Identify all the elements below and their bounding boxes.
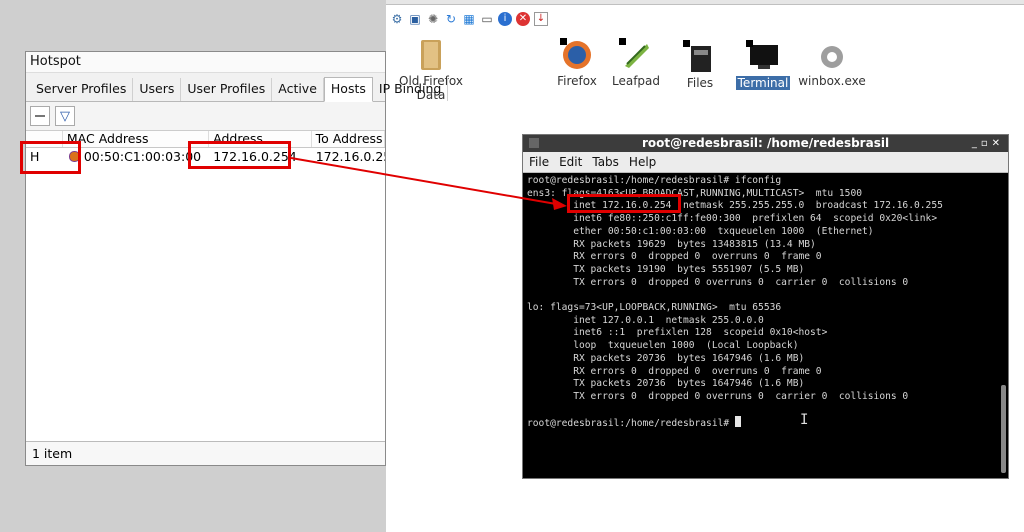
desktop-icon-label: Terminal xyxy=(735,76,791,90)
terminal-line: ether 00:50:c1:00:03:00 txqueuelen 1000 … xyxy=(527,225,874,237)
terminal-line: RX packets 19629 bytes 13483815 (13.4 MB… xyxy=(527,238,816,250)
highlight-terminal-inet-box xyxy=(567,194,681,213)
tab-bar: Server Profiles Users User Profiles Acti… xyxy=(26,73,449,102)
row-to-address: 172.16.0.254 xyxy=(315,149,385,164)
terminal-window: root@redesbrasil: /home/redesbrasil _▫✕ … xyxy=(522,134,1009,479)
screen-icon[interactable]: ▣ xyxy=(408,12,422,26)
tab-users[interactable]: Users xyxy=(133,78,182,101)
close-icon[interactable]: ✕ xyxy=(992,138,1004,149)
menu-tabs[interactable]: Tabs xyxy=(592,152,619,172)
toolbar: ▽ xyxy=(26,102,385,131)
filter-button[interactable]: ▽ xyxy=(55,106,75,126)
download-icon[interactable]: ↓ xyxy=(534,12,548,26)
terminal-line: RX errors 0 dropped 0 overruns 0 frame 0 xyxy=(527,365,822,377)
desktop-icon-label: Files xyxy=(686,76,714,90)
minus-icon xyxy=(35,115,45,117)
windows-icon[interactable]: ▦ xyxy=(462,12,476,26)
terminal-line: TX errors 0 dropped 0 overruns 0 carrier… xyxy=(527,390,909,402)
terminal-prompt: root@redesbrasil:/home/redesbrasil# xyxy=(527,418,735,430)
desktop-icon-label: Leafpad xyxy=(611,74,661,88)
status-bar: 1 item xyxy=(26,441,385,465)
terminal-line: inet6 fe80::250:c1ff:fe00:300 prefixlen … xyxy=(527,213,938,225)
terminal-line: RX errors 0 dropped 0 overruns 0 frame 0 xyxy=(527,251,822,263)
terminal-prompt-line: root@redesbrasil:/home/redesbrasil# xyxy=(527,416,1004,431)
desktop-icon-files[interactable]: Files xyxy=(678,40,722,90)
desktop-icon-firefox[interactable]: Firefox xyxy=(552,38,602,88)
window-title: Hotspot xyxy=(26,52,385,73)
network-icon[interactable]: ⚙ xyxy=(390,12,404,26)
minimize-icon[interactable]: _ xyxy=(972,138,981,149)
column-to-address[interactable]: To Address xyxy=(312,131,385,147)
tab-user-profiles[interactable]: User Profiles xyxy=(181,78,273,101)
desktop-icon-winbox[interactable]: winbox.exe xyxy=(792,42,872,88)
row-mac: 00:50:C1:00:03:00 xyxy=(83,149,202,164)
terminal-line: root@redesbrasil:/home/redesbrasil# ifco… xyxy=(527,175,782,186)
terminal-line: TX errors 0 dropped 0 overruns 0 carrier… xyxy=(527,276,909,288)
remove-button[interactable] xyxy=(30,106,50,126)
desktop-icon-label: Firefox xyxy=(557,74,597,88)
terminal-line: inet6 ::1 prefixlen 128 scopeid 0x10<hos… xyxy=(527,327,828,339)
terminal-line: TX packets 19190 bytes 5551907 (5.5 MB) xyxy=(527,263,805,275)
terminal-menu-bar: File Edit Tabs Help xyxy=(523,152,1008,173)
window-controls: _▫✕ xyxy=(972,135,1004,152)
files-icon xyxy=(683,40,711,72)
terminal-line: lo: flags=73<UP,LOOPBACK,RUNNING> mtu 65… xyxy=(527,302,782,314)
settings-icon[interactable]: ✺ xyxy=(426,12,440,26)
desktop-icon-leafpad[interactable]: Leafpad xyxy=(608,38,664,88)
winbox-gear-icon xyxy=(821,46,843,68)
terminal-line: TX packets 20736 bytes 1647946 (1.6 MB) xyxy=(527,378,805,390)
text-cursor xyxy=(734,416,741,428)
menu-file[interactable]: File xyxy=(529,152,549,172)
tab-active[interactable]: Active xyxy=(272,78,324,101)
terminal-icon xyxy=(746,40,778,69)
terminal-line: loop txqueuelen 1000 (Local Loopback) xyxy=(527,340,799,352)
top-panel-edge xyxy=(386,0,1024,5)
terminal-scrollbar[interactable] xyxy=(1001,385,1006,473)
terminal-window-icon xyxy=(529,138,539,148)
tab-server-profiles[interactable]: Server Profiles xyxy=(30,78,134,101)
terminal-title: root@redesbrasil: /home/redesbrasil xyxy=(641,136,890,150)
terminal-title-bar: root@redesbrasil: /home/redesbrasil _▫✕ xyxy=(523,135,1008,152)
leafpad-icon xyxy=(619,38,649,68)
close-circle-icon[interactable]: ✕ xyxy=(516,12,530,26)
tab-ip-binding[interactable]: IP Binding xyxy=(373,78,449,101)
highlight-address-box xyxy=(188,141,291,169)
desktop-icon-label: winbox.exe xyxy=(798,74,866,88)
folder-icon xyxy=(421,40,441,70)
filter-icon: ▽ xyxy=(60,108,70,124)
firefox-icon xyxy=(560,38,591,69)
mouse-ibeam-cursor: I xyxy=(800,412,809,428)
hotspot-window: Hotspot Server Profiles Users User Profi… xyxy=(25,51,449,466)
menu-help[interactable]: Help xyxy=(629,152,656,172)
info-icon[interactable]: i xyxy=(498,12,512,26)
menu-edit[interactable]: Edit xyxy=(559,152,582,172)
refresh-icon[interactable]: ↻ xyxy=(444,12,458,26)
quick-launch-bar: ⚙ ▣ ✺ ↻ ▦ ▭ i ✕ ↓ xyxy=(386,6,1024,32)
terminal-line: inet 127.0.0.1 netmask 255.0.0.0 xyxy=(527,314,764,326)
desktop-icon-terminal[interactable]: Terminal xyxy=(732,40,794,90)
maximize-icon[interactable]: ▫ xyxy=(981,138,992,149)
tab-hosts[interactable]: Hosts xyxy=(323,77,373,102)
terminal-line: RX packets 20736 bytes 1647946 (1.6 MB) xyxy=(527,352,805,364)
highlight-flag-box xyxy=(20,141,81,174)
terminal-small-icon[interactable]: ▭ xyxy=(480,12,494,26)
